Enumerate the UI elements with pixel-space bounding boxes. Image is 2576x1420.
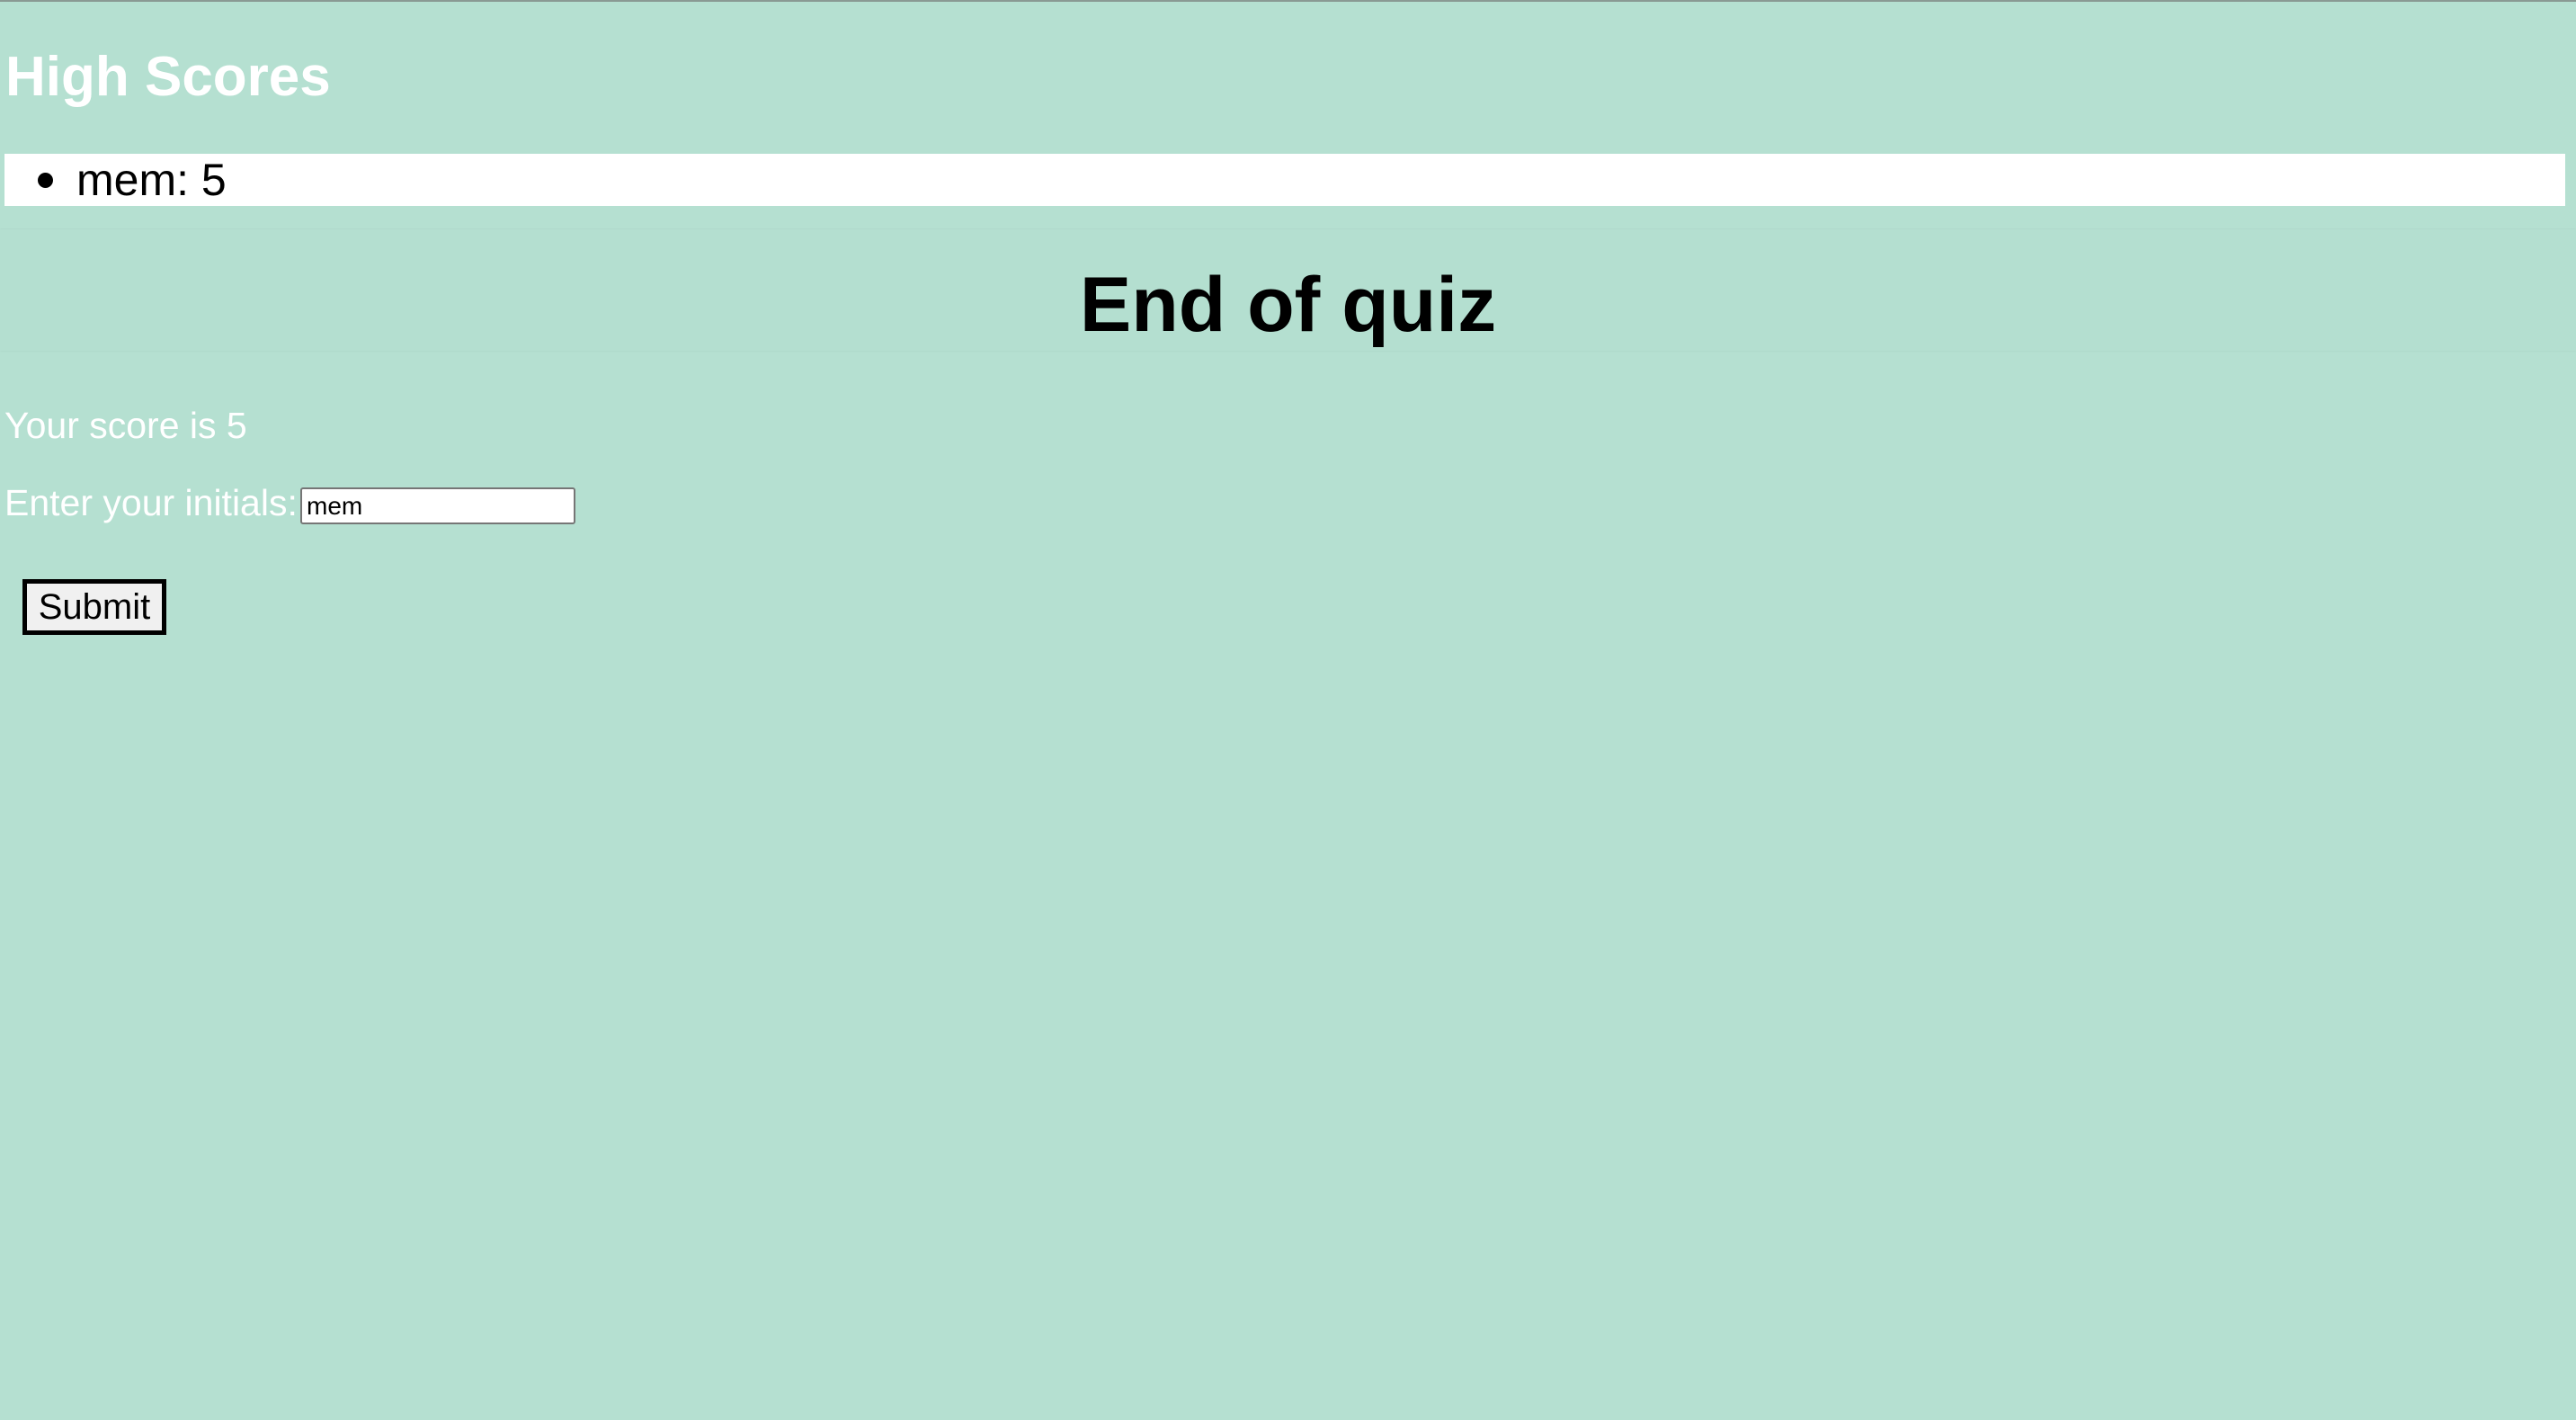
end-of-quiz-heading: End of quiz — [1079, 262, 1497, 348]
bullet-icon — [38, 173, 53, 188]
high-scores-list: mem: 5 — [4, 154, 2565, 206]
initials-input[interactable] — [300, 487, 575, 524]
submit-button[interactable]: Submit — [22, 579, 166, 635]
high-score-entry-text: mem: 5 — [76, 155, 227, 205]
quiz-page: High Scores mem: 5 End of quiz Your scor… — [0, 2, 2576, 1420]
high-scores-heading: High Scores — [5, 46, 331, 108]
initials-label: Enter your initials: — [4, 482, 298, 523]
score-text: Your score is 5 — [4, 405, 247, 446]
